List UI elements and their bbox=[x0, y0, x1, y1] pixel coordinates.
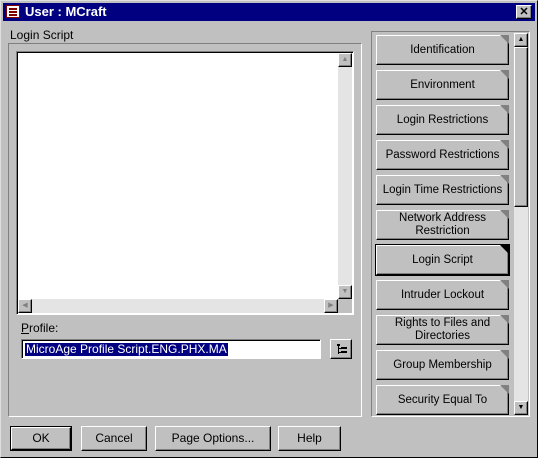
page-button-group-membership[interactable]: Group Membership bbox=[376, 350, 509, 380]
page-button-network-address-restriction[interactable]: Network Address Restriction bbox=[376, 210, 509, 240]
help-button[interactable]: Help bbox=[278, 426, 341, 451]
script-vertical-scrollbar[interactable]: ▲ ▼ bbox=[338, 53, 352, 299]
page-options-button[interactable]: Page Options... bbox=[155, 426, 271, 451]
script-horizontal-scrollbar[interactable]: ◀ ▶ bbox=[18, 299, 338, 313]
page-button-identification[interactable]: Identification bbox=[376, 35, 509, 65]
page-button-label: Network Address Restriction bbox=[399, 212, 486, 237]
page-button-label: Security Equal To bbox=[397, 393, 488, 406]
profile-value: MicroAge Profile Script.ENG.PHX.MA bbox=[25, 342, 228, 356]
page-button-label: Group Membership bbox=[393, 358, 492, 371]
page-button-label: Login Time Restrictions bbox=[382, 183, 503, 196]
login-script-group-label: Login Script bbox=[10, 28, 74, 42]
ok-button[interactable]: OK bbox=[10, 426, 72, 451]
profile-browse-button[interactable] bbox=[330, 339, 352, 359]
page-button-label: Login Script bbox=[412, 253, 473, 266]
profile-label: Profile: bbox=[21, 321, 59, 335]
close-icon: ✕ bbox=[519, 6, 529, 18]
page-button-environment[interactable]: Environment bbox=[376, 70, 509, 100]
page-button-login-restrictions[interactable]: Login Restrictions bbox=[376, 105, 509, 135]
profile-input[interactable]: MicroAge Profile Script.ENG.PHX.MA bbox=[21, 339, 321, 359]
cancel-button[interactable]: Cancel bbox=[81, 426, 147, 451]
page-button-login-script[interactable]: Login Script bbox=[376, 245, 509, 275]
page-button-rights-to-files-and-directories[interactable]: Rights to Files and Directories bbox=[376, 315, 509, 345]
page-button-security-equal-to[interactable]: Security Equal To bbox=[376, 385, 509, 415]
pages-scroll-up-icon[interactable]: ▲ bbox=[514, 33, 528, 47]
scroll-right-arrow-icon[interactable]: ▶ bbox=[324, 299, 338, 313]
page-button-password-restrictions[interactable]: Password Restrictions bbox=[376, 140, 509, 170]
scroll-left-arrow-icon[interactable]: ◀ bbox=[18, 299, 32, 313]
browse-tree-icon bbox=[337, 344, 347, 354]
pages-scroll-thumb[interactable] bbox=[514, 47, 528, 207]
scroll-up-arrow-icon[interactable]: ▲ bbox=[338, 53, 352, 67]
scroll-down-arrow-icon[interactable]: ▼ bbox=[338, 285, 352, 299]
scrollbar-corner bbox=[338, 299, 352, 313]
page-button-label: Intruder Lockout bbox=[400, 288, 485, 301]
page-button-label: Rights to Files and Directories bbox=[394, 317, 491, 342]
login-script-textarea[interactable]: ▲ ▼ ◀ ▶ bbox=[16, 51, 354, 315]
title-bar[interactable]: User : MCraft ✕ bbox=[3, 3, 535, 21]
user-app-icon bbox=[6, 5, 20, 18]
user-dialog-window: User : MCraft ✕ Login Script ▲ ▼ ◀ ▶ Pro… bbox=[0, 0, 538, 458]
page-button-label: Login Restrictions bbox=[396, 113, 489, 126]
page-button-label: Environment bbox=[410, 78, 475, 91]
page-button-label: Identification bbox=[410, 43, 475, 56]
ok-label: OK bbox=[32, 431, 50, 445]
pages-scrollbar[interactable]: ▲ ▼ bbox=[514, 33, 528, 415]
property-pages-panel: Identification Environment Login Restricti… bbox=[371, 31, 530, 417]
help-label: Help bbox=[297, 431, 322, 445]
page-button-intruder-lockout[interactable]: Intruder Lockout bbox=[376, 280, 509, 310]
cancel-label: Cancel bbox=[95, 431, 133, 445]
page-options-label: Page Options... bbox=[171, 431, 255, 445]
window-title: User : MCraft bbox=[25, 4, 107, 19]
close-button[interactable]: ✕ bbox=[516, 5, 532, 19]
page-button-label: Password Restrictions bbox=[385, 148, 500, 161]
page-button-login-time-restrictions[interactable]: Login Time Restrictions bbox=[376, 175, 509, 205]
pages-scroll-down-icon[interactable]: ▼ bbox=[514, 401, 528, 415]
